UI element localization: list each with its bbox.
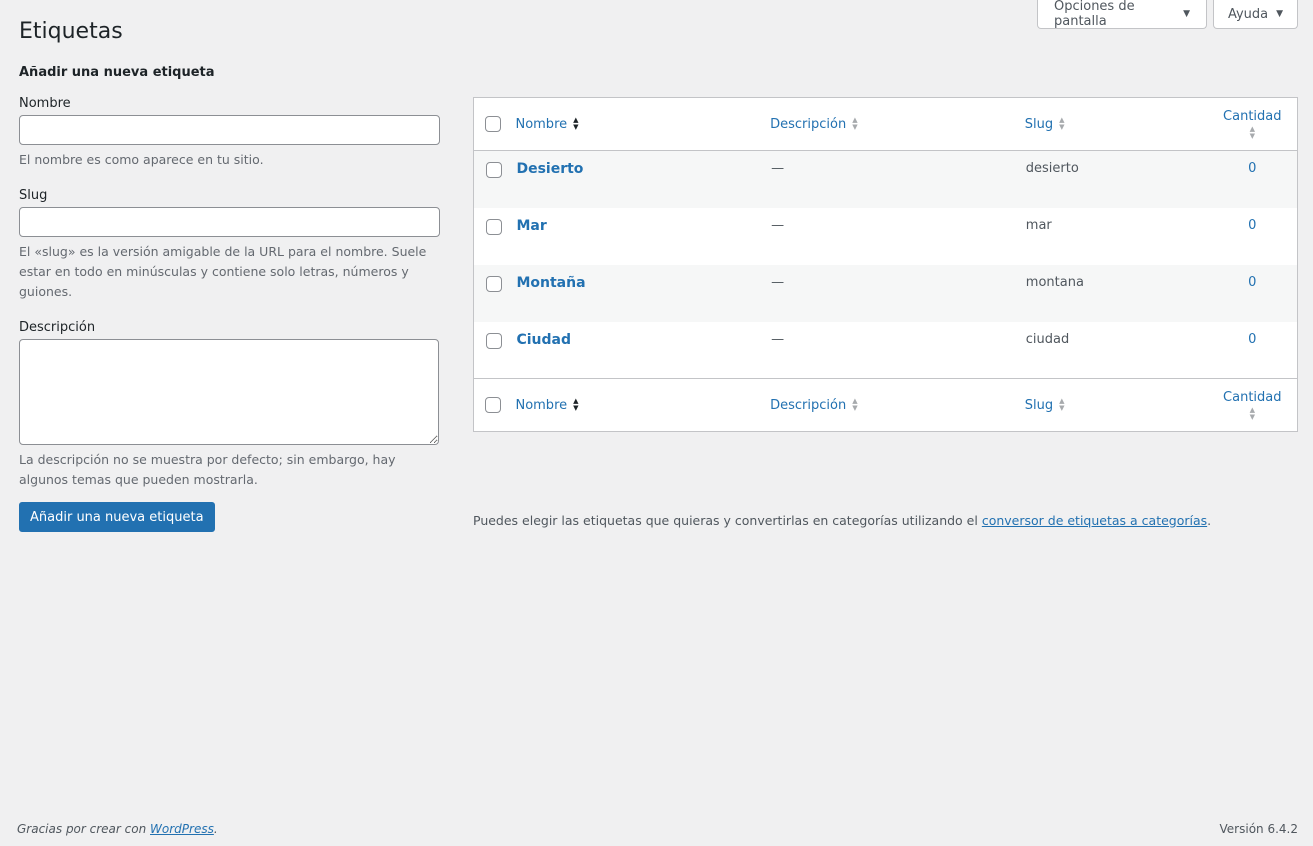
table-body: Desierto — desierto 0 Mar — mar 0 Montañ… <box>473 150 1298 379</box>
tag-converter-link[interactable]: conversor de etiquetas a categorías <box>982 513 1207 528</box>
wordpress-link[interactable]: WordPress <box>150 822 214 836</box>
name-label: Nombre <box>19 96 71 111</box>
select-all-header-cell <box>474 98 516 151</box>
tag-name-link[interactable]: Desierto <box>516 161 583 177</box>
description-label: Descripción <box>19 320 96 335</box>
add-tag-form: Añadir una nueva etiqueta Nombre El nomb… <box>19 64 441 532</box>
tag-description: — <box>771 217 785 233</box>
table-row: Montaña — montana 0 <box>473 264 1298 322</box>
sort-arrows-icon: ▲ ▼ <box>573 116 579 131</box>
screen-meta-links: Opciones de pantalla ▼ Ayuda ▼ <box>1037 0 1298 29</box>
sort-arrows-icon: ▲ ▼ <box>1249 124 1255 140</box>
row-checkbox[interactable] <box>486 332 502 349</box>
tag-description: — <box>771 331 785 347</box>
tag-converter-note-text: Puedes elegir las etiquetas que quieras … <box>473 512 982 528</box>
column-count-label: Cantidad <box>1223 108 1282 124</box>
column-header-slug[interactable]: Slug ▲ ▼ <box>1025 98 1208 151</box>
sort-arrows-icon: ▲ ▼ <box>1249 405 1255 421</box>
column-footer-name[interactable]: Nombre ▲ ▼ <box>515 379 770 432</box>
tags-table-wrapper: Nombre ▲ ▼ Descripción ▲ ▼ Slug ▲ ▼ Cant… <box>473 97 1298 432</box>
sort-arrows-icon: ▲ ▼ <box>852 116 858 131</box>
tag-count-link[interactable]: 0 <box>1248 218 1256 233</box>
screen-options-button[interactable]: Opciones de pantalla ▼ <box>1037 0 1207 29</box>
select-all-checkbox[interactable] <box>485 116 501 132</box>
table-row: Mar — mar 0 <box>474 208 1298 265</box>
footer-thanks-end: . <box>213 822 218 836</box>
caret-down-icon: ▼ <box>1183 9 1190 19</box>
column-header-count[interactable]: Cantidad ▲ ▼ <box>1208 98 1298 151</box>
page-title: Etiquetas <box>19 19 123 44</box>
name-input[interactable] <box>19 115 440 145</box>
name-hint: El nombre es como aparece en tu sitio. <box>19 152 264 167</box>
tag-description: — <box>771 274 785 290</box>
tag-name-link[interactable]: Ciudad <box>516 332 571 348</box>
select-all-footer-cell <box>474 379 516 432</box>
table-footer: Nombre ▲ ▼ Descripción ▲ ▼ Slug ▲ ▼ Cant… <box>473 378 1298 432</box>
column-description-label: Descripción <box>770 116 847 132</box>
column-footer-count[interactable]: Cantidad ▲ ▼ <box>1208 379 1298 432</box>
tag-count-link[interactable]: 0 <box>1248 275 1256 290</box>
table-row: Ciudad — ciudad 0 <box>474 322 1298 379</box>
form-heading: Añadir una nueva etiqueta <box>19 65 215 80</box>
tag-count-link[interactable]: 0 <box>1248 332 1256 347</box>
tag-slug: mar <box>1025 217 1052 233</box>
select-all-checkbox-footer[interactable] <box>485 397 501 413</box>
tags-table: Nombre ▲ ▼ Descripción ▲ ▼ Slug ▲ ▼ Cant… <box>473 97 1298 432</box>
row-checkbox[interactable] <box>486 162 502 178</box>
slug-field-group: Slug El «slug» es la versión amigable de… <box>19 188 441 302</box>
row-checkbox[interactable] <box>486 218 502 235</box>
column-name-label: Nombre <box>515 116 568 132</box>
slug-hint: El «slug» es la versión amigable de la U… <box>19 244 427 299</box>
name-field-group: Nombre El nombre es como aparece en tu s… <box>19 96 441 170</box>
tag-converter-note-end: . <box>1207 512 1212 528</box>
caret-down-icon: ▼ <box>1276 9 1284 19</box>
slug-input[interactable] <box>19 207 440 237</box>
add-tag-submit-button[interactable]: Añadir una nueva etiqueta <box>19 502 215 532</box>
row-checkbox[interactable] <box>486 275 502 292</box>
tag-count-link[interactable]: 0 <box>1248 161 1256 176</box>
tag-description: — <box>771 161 785 176</box>
tag-converter-note: Puedes elegir las etiquetas que quieras … <box>473 513 1211 528</box>
column-header-description[interactable]: Descripción ▲ ▼ <box>770 98 1025 151</box>
tag-name-link[interactable]: Mar <box>516 218 546 234</box>
table-header: Nombre ▲ ▼ Descripción ▲ ▼ Slug ▲ ▼ Cant… <box>473 98 1298 151</box>
tags-admin-page: Opciones de pantalla ▼ Ayuda ▼ Etiquetas… <box>0 0 1313 846</box>
column-count-label: Cantidad <box>1223 389 1282 405</box>
sort-arrows-icon: ▲ ▼ <box>573 397 579 412</box>
screen-options-label: Opciones de pantalla <box>1054 0 1135 29</box>
footer-thanks-text: Gracias por crear con <box>17 822 151 836</box>
description-textarea[interactable] <box>19 339 439 445</box>
footer-thanks: Gracias por crear con WordPress. <box>17 822 218 836</box>
tag-slug: montana <box>1025 274 1084 290</box>
tag-slug: desierto <box>1025 161 1079 176</box>
footer-version: Versión 6.4.2 <box>1219 822 1298 836</box>
table-row: Desierto — desierto 0 <box>473 150 1298 208</box>
tag-name-link[interactable]: Montaña <box>516 275 585 291</box>
description-field-group: Descripción La descripción no se muestra… <box>19 320 441 490</box>
help-button[interactable]: Ayuda ▼ <box>1213 0 1298 29</box>
tag-slug: ciudad <box>1025 331 1070 347</box>
sort-arrows-icon: ▲ ▼ <box>1059 397 1065 412</box>
slug-label: Slug <box>19 188 48 203</box>
column-name-label: Nombre <box>515 397 568 413</box>
column-slug-label: Slug <box>1024 397 1054 413</box>
description-hint: La descripción no se muestra por defecto… <box>19 452 396 487</box>
column-footer-description[interactable]: Descripción ▲ ▼ <box>770 379 1025 432</box>
help-label: Ayuda <box>1227 6 1269 22</box>
column-description-label: Descripción <box>770 397 847 413</box>
column-footer-slug[interactable]: Slug ▲ ▼ <box>1025 379 1208 432</box>
sort-arrows-icon: ▲ ▼ <box>852 397 858 412</box>
column-header-name[interactable]: Nombre ▲ ▼ <box>515 98 770 151</box>
column-slug-label: Slug <box>1024 116 1054 132</box>
sort-arrows-icon: ▲ ▼ <box>1059 116 1065 131</box>
